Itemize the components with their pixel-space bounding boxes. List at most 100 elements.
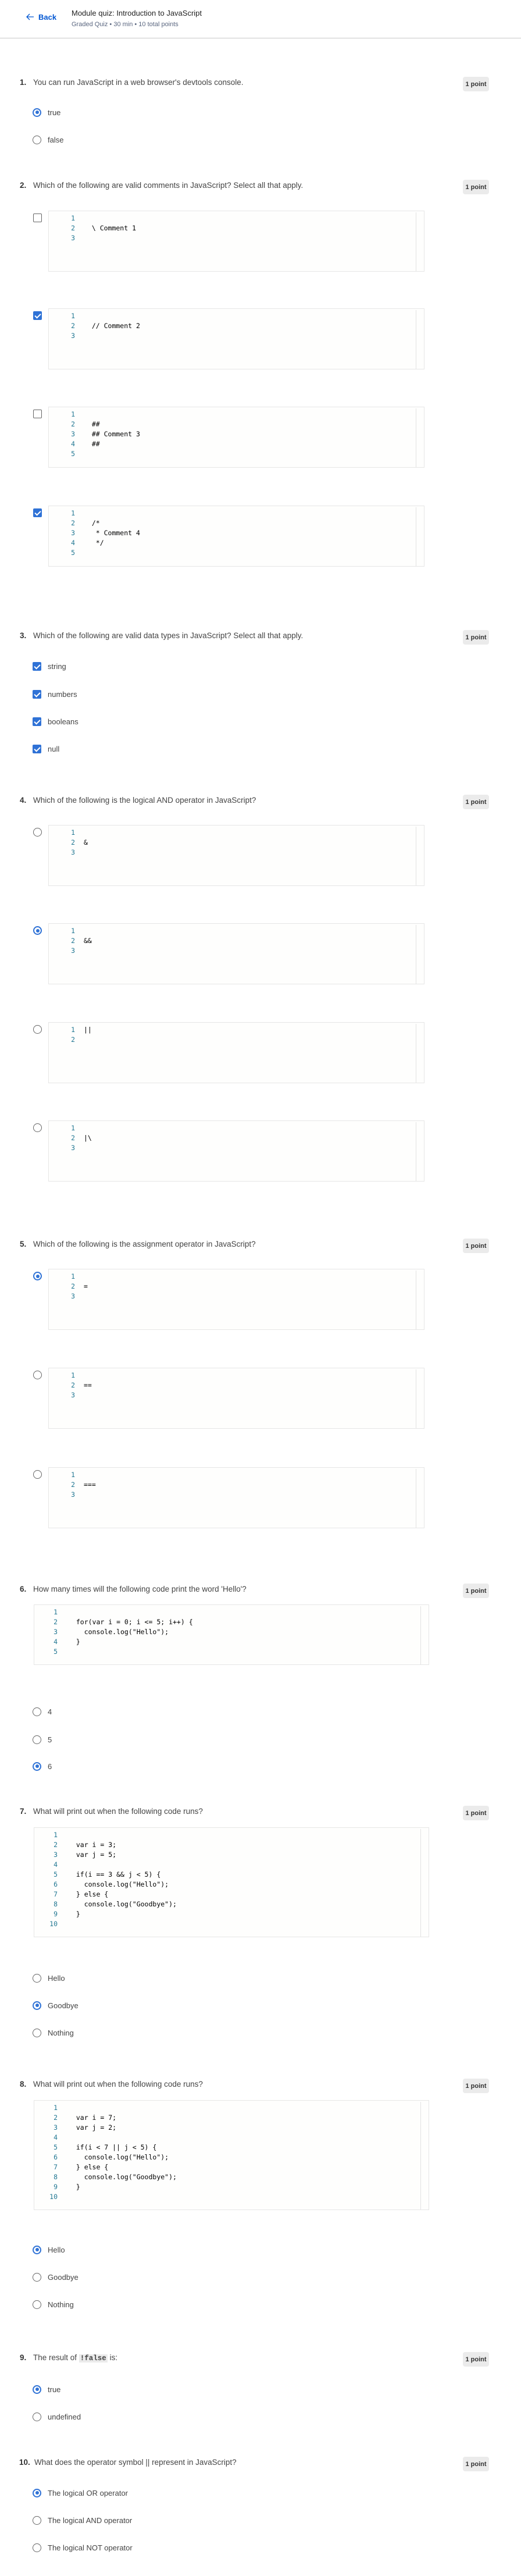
editor-scrollbar[interactable] (416, 925, 424, 984)
editor-scrollbar[interactable] (416, 507, 424, 566)
radio-button[interactable] (33, 2001, 41, 2010)
answer-option[interactable]: The logical AND operator (33, 2514, 132, 2526)
radio-button[interactable] (33, 1025, 42, 1034)
editor-scrollbar[interactable] (416, 1369, 424, 1428)
radio-button[interactable] (33, 926, 42, 935)
back-button[interactable]: Back (26, 12, 56, 22)
code-line: 2 = (49, 1282, 416, 1291)
code-line: 2 /* (49, 518, 416, 528)
code-line: 2 // Comment 2 (49, 321, 416, 331)
question-number: 9. (20, 2353, 27, 2362)
points-badge: 1 point (463, 77, 489, 91)
radio-button[interactable] (33, 1973, 41, 1983)
answer-option[interactable]: Nothing (33, 2027, 74, 2038)
code-editor[interactable]: 12 \ Comment 13 (48, 211, 424, 272)
line-number: 2 (71, 1036, 75, 1044)
answer-option[interactable]: numbers (33, 688, 77, 700)
code-editor[interactable]: 1 || 2 (48, 1022, 424, 1083)
code-editor[interactable]: 1 2 = 3 (48, 1269, 424, 1330)
code-editor[interactable]: 1 2 |\ 3 (48, 1120, 424, 1182)
answer-option[interactable]: The logical OR operator (33, 2487, 128, 2499)
answer-option[interactable]: Hello (33, 1972, 65, 1984)
checkbox[interactable] (33, 717, 41, 726)
code-editor[interactable]: 12 /* 3 * Comment 44 */5 (48, 506, 424, 567)
answer-option[interactable]: undefined (33, 2411, 81, 2422)
answer-option[interactable]: 5 (33, 1734, 52, 1745)
radio-button[interactable] (33, 2543, 41, 2552)
code-line: 2 for(var i = 0; i <= 5; i++) { (34, 1617, 420, 1627)
answer-option[interactable]: Goodbye (33, 1999, 78, 2011)
code-text: || (84, 1026, 92, 1034)
radio-button[interactable] (33, 2488, 41, 2497)
code-line: 3 var j = 2; (34, 2123, 420, 2133)
answer-option[interactable]: 6 (33, 1760, 52, 1772)
code-line: 1 (49, 214, 416, 223)
line-number: 4 (53, 2133, 58, 2141)
editor-scrollbar[interactable] (416, 1024, 424, 1083)
checkbox[interactable] (33, 744, 41, 753)
radio-button[interactable] (33, 2300, 41, 2309)
radio-button[interactable] (33, 2272, 41, 2282)
answer-option[interactable]: true (33, 2383, 60, 2395)
line-number: 3 (53, 1851, 58, 1859)
editor-scrollbar[interactable] (420, 2102, 429, 2209)
radio-button[interactable] (33, 1123, 42, 1132)
radio-button[interactable] (33, 135, 41, 144)
code-editor[interactable]: 1 2 == 3 (48, 1368, 424, 1429)
editor-scrollbar[interactable] (420, 1829, 429, 1937)
line-number: 2 (71, 1481, 75, 1489)
radio-button[interactable] (33, 2028, 41, 2037)
editor-scrollbar[interactable] (416, 408, 424, 467)
answer-option[interactable]: booleans (33, 716, 78, 727)
radio-button[interactable] (33, 1272, 42, 1280)
checkbox[interactable] (33, 689, 41, 699)
editor-scrollbar[interactable] (416, 1271, 424, 1329)
points-badge: 1 point (463, 1806, 489, 1820)
radio-button[interactable] (33, 2515, 41, 2525)
checkbox[interactable] (33, 410, 42, 418)
radio-button[interactable] (33, 1470, 42, 1479)
answer-option[interactable]: Goodbye (33, 2271, 78, 2283)
radio-button[interactable] (33, 828, 42, 837)
code-line: 10 (34, 2192, 420, 2202)
editor-scrollbar[interactable] (416, 827, 424, 885)
answer-option[interactable]: false (33, 134, 63, 145)
radio-button[interactable] (33, 1371, 42, 1379)
editor-scrollbar[interactable] (416, 1469, 424, 1528)
radio-button[interactable] (33, 1762, 41, 1771)
editor-scrollbar[interactable] (416, 212, 424, 271)
code-line: 3 var j = 5; (34, 1850, 420, 1860)
code-line: 4 ## (49, 439, 416, 449)
radio-button[interactable] (33, 1707, 41, 1716)
radio-button[interactable] (33, 1735, 41, 1744)
radio-button[interactable] (33, 2245, 41, 2254)
code-text: if(i == 3 && j < 5) { (68, 1870, 161, 1878)
code-editor[interactable]: 12 ## 3 ## Comment 34 ## 5 (48, 407, 424, 468)
code-editor[interactable]: 1 2 === 3 (48, 1467, 424, 1528)
code-line: 2 (49, 1035, 416, 1045)
editor-scrollbar[interactable] (416, 1122, 424, 1181)
code-editor[interactable]: 12 // Comment 23 (48, 308, 424, 369)
answer-option[interactable]: string (33, 660, 66, 672)
answer-option[interactable]: null (33, 743, 59, 755)
checkbox[interactable] (33, 508, 42, 517)
checkbox[interactable] (33, 311, 42, 320)
question-text: Which of the following is the assignment… (33, 1240, 256, 1248)
answer-option[interactable]: Hello (33, 2244, 65, 2255)
radio-button[interactable] (33, 2412, 41, 2421)
points-badge: 1 point (463, 2079, 489, 2093)
answer-option[interactable]: The logical NOT operator (33, 2542, 133, 2553)
editor-scrollbar[interactable] (420, 1606, 429, 1664)
answer-option[interactable]: Nothing (33, 2299, 74, 2310)
line-number: 8 (53, 2173, 58, 2181)
answer-option[interactable]: 4 (33, 1706, 52, 1717)
points-badge: 1 point (463, 1584, 489, 1598)
checkbox[interactable] (33, 214, 42, 222)
radio-button[interactable] (33, 108, 41, 117)
code-editor[interactable]: 1 2 && 3 (48, 923, 424, 984)
code-editor[interactable]: 1 2 & 3 (48, 825, 424, 886)
radio-button[interactable] (33, 2385, 41, 2394)
checkbox[interactable] (33, 661, 41, 671)
answer-option[interactable]: true (33, 106, 60, 118)
editor-scrollbar[interactable] (416, 310, 424, 369)
